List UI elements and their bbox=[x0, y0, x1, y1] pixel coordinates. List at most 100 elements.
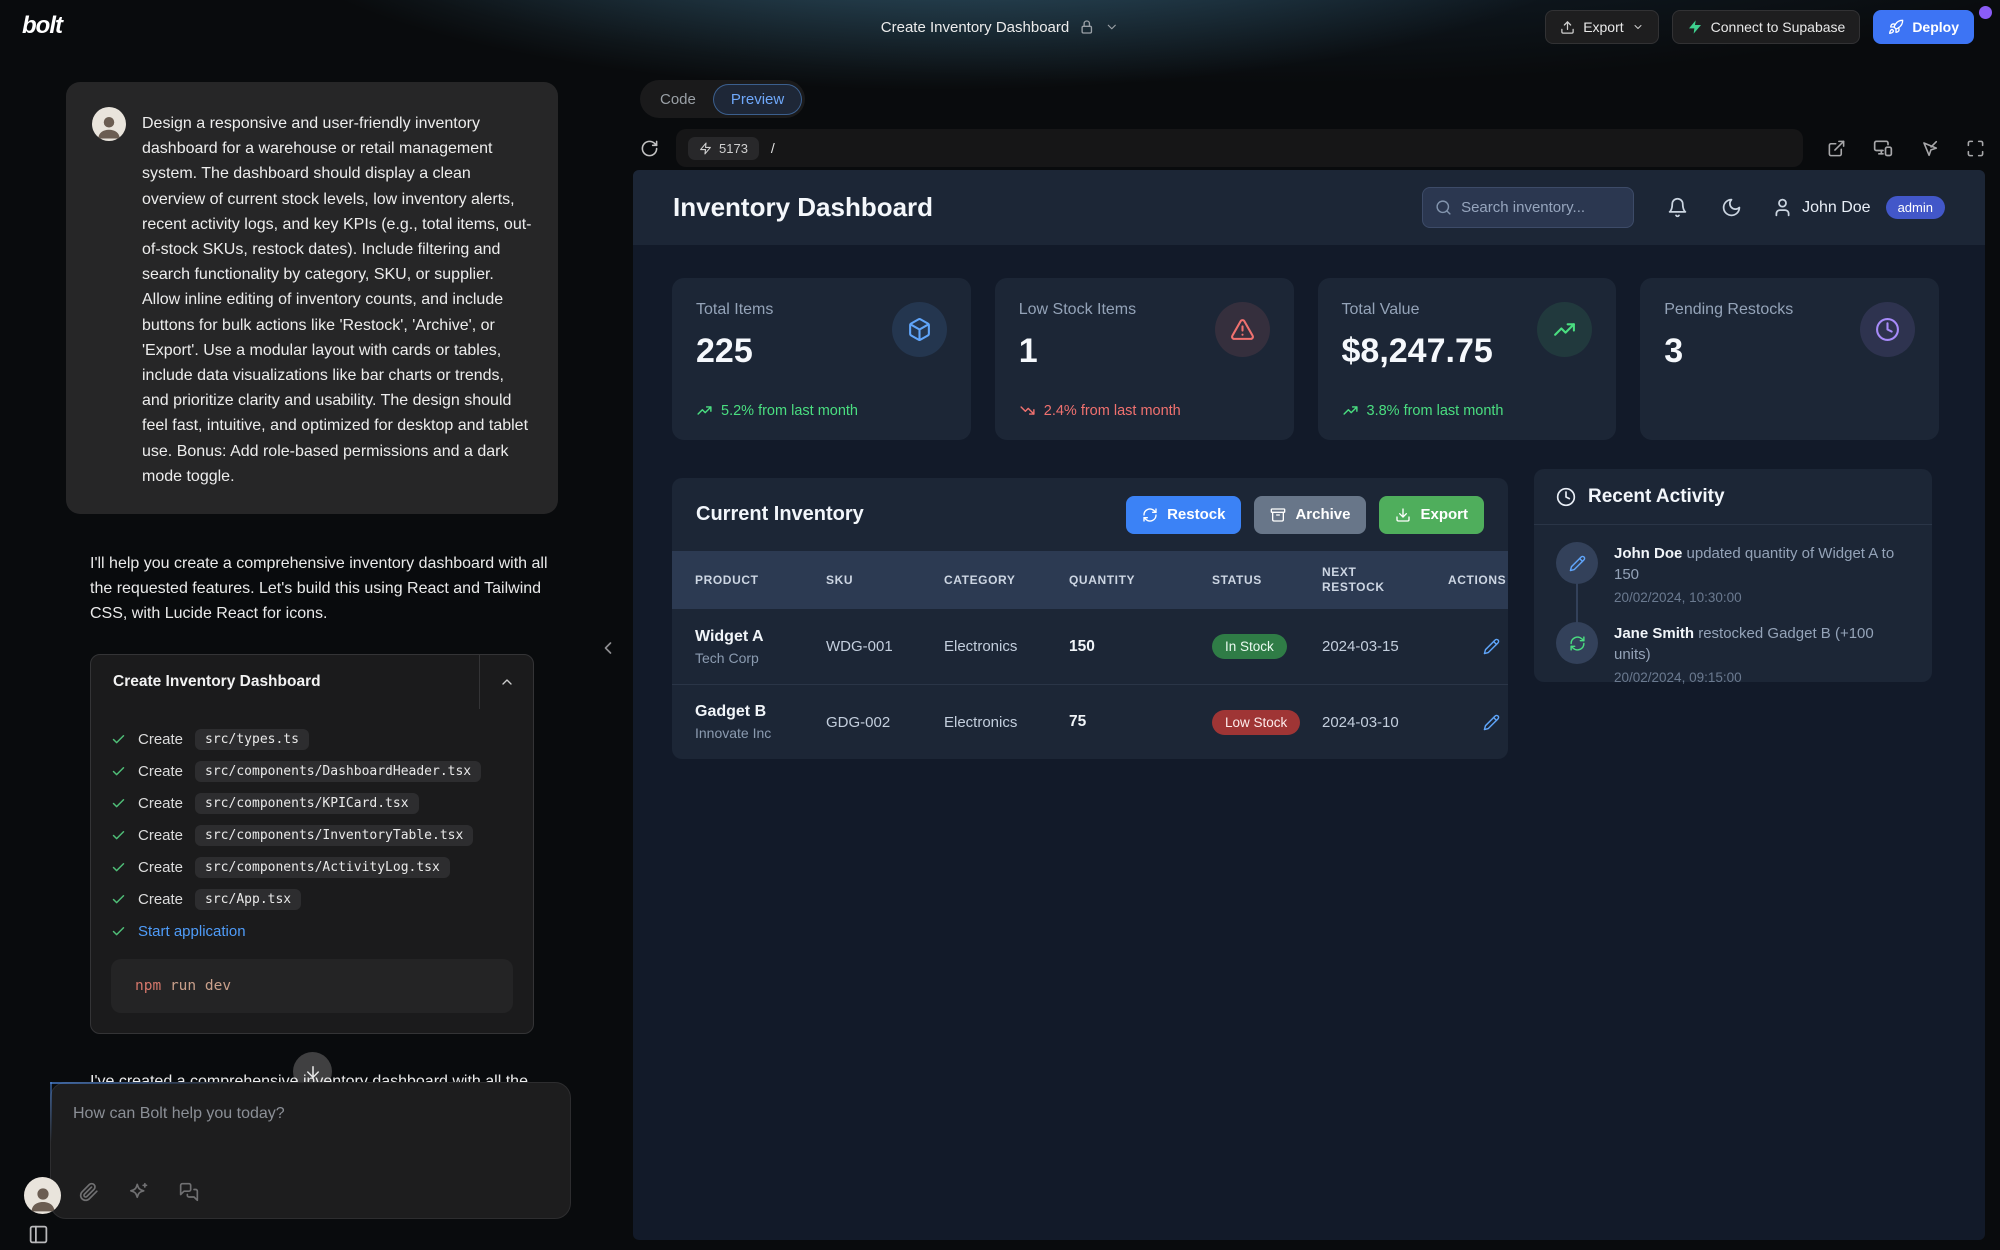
chevron-down-icon[interactable] bbox=[1105, 20, 1119, 34]
step-action: Create bbox=[138, 891, 183, 908]
chat-mode-icon[interactable] bbox=[179, 1182, 199, 1202]
connect-supabase-button[interactable]: Connect to Supabase bbox=[1672, 10, 1861, 44]
tab-code[interactable]: Code bbox=[643, 85, 713, 114]
step-file[interactable]: src/components/KPICard.tsx bbox=[195, 793, 419, 814]
collapse-chat-chevron[interactable] bbox=[598, 638, 618, 658]
artifact-header[interactable]: Create Inventory Dashboard bbox=[91, 655, 533, 709]
bell-icon[interactable] bbox=[1667, 197, 1688, 218]
terminal-command-block: npm run dev bbox=[111, 959, 513, 1013]
current-inventory-card: Current Inventory Restock Archive Export… bbox=[672, 478, 1508, 759]
check-icon bbox=[111, 860, 126, 875]
archive-button[interactable]: Archive bbox=[1254, 496, 1366, 534]
product-quantity[interactable]: 150 bbox=[1069, 638, 1212, 656]
step-action: Create bbox=[138, 795, 183, 812]
search-icon bbox=[1435, 199, 1452, 216]
check-icon bbox=[111, 828, 126, 843]
archive-icon bbox=[1270, 507, 1286, 523]
code-preview-tabs: Code Preview bbox=[640, 80, 805, 118]
chevron-down-icon bbox=[1632, 21, 1644, 33]
column-header: NEXT RESTOCK bbox=[1322, 565, 1394, 595]
step-file[interactable]: src/types.ts bbox=[195, 729, 309, 750]
status-badge: In Stock bbox=[1212, 634, 1287, 659]
url-input[interactable]: 5173 / bbox=[676, 129, 1803, 167]
step-row-start-application: Start application bbox=[111, 915, 513, 947]
export-inventory-button[interactable]: Export bbox=[1379, 496, 1484, 534]
dashboard-header: Inventory Dashboard John Doe admin bbox=[633, 170, 1985, 245]
account-avatar[interactable] bbox=[24, 1177, 61, 1214]
user-chip[interactable]: John Doe admin bbox=[1772, 196, 1945, 219]
attach-file-icon[interactable] bbox=[79, 1182, 99, 1202]
trending-down-icon bbox=[1019, 402, 1036, 419]
step-file[interactable]: src/components/InventoryTable.tsx bbox=[195, 825, 473, 846]
inventory-row[interactable]: Gadget B Innovate Inc GDG-002 Electronic… bbox=[672, 684, 1508, 759]
connect-supabase-label: Connect to Supabase bbox=[1711, 19, 1846, 35]
tab-preview[interactable]: Preview bbox=[713, 84, 802, 115]
edit-row-icon[interactable] bbox=[1483, 714, 1508, 731]
reload-icon[interactable] bbox=[640, 139, 659, 158]
fullscreen-icon[interactable] bbox=[1966, 139, 1985, 158]
rocket-icon bbox=[1888, 19, 1904, 35]
step-row: Create src/types.ts bbox=[111, 723, 513, 755]
product-name: Gadget B bbox=[695, 703, 826, 721]
check-icon bbox=[111, 796, 126, 811]
chat-input-field[interactable] bbox=[73, 1105, 513, 1123]
inventory-row[interactable]: Widget A Tech Corp WDG-001 Electronics 1… bbox=[672, 609, 1508, 684]
column-header: QUANTITY bbox=[1069, 573, 1212, 587]
column-header: SKU bbox=[826, 573, 944, 587]
collapse-artifact-button[interactable] bbox=[479, 655, 533, 709]
activity-actor: John Doe bbox=[1614, 545, 1682, 562]
inventory-dashboard-app: Inventory Dashboard John Doe admin Total… bbox=[633, 170, 1985, 1240]
chat-input-box[interactable] bbox=[50, 1082, 571, 1219]
product-sku: WDG-001 bbox=[826, 638, 944, 655]
command-binary: npm bbox=[135, 978, 161, 994]
step-file[interactable]: src/components/ActivityLog.tsx bbox=[195, 857, 450, 878]
artifact-panel: Create Inventory Dashboard Create src/ty… bbox=[90, 654, 534, 1034]
export-button[interactable]: Export bbox=[1545, 10, 1658, 44]
step-file[interactable]: src/components/DashboardHeader.tsx bbox=[195, 761, 481, 782]
deploy-button[interactable]: Deploy bbox=[1873, 10, 1974, 44]
kpi-card-low-stock: Low Stock Items 1 2.4% from last month bbox=[995, 278, 1294, 440]
open-in-new-tab-icon[interactable] bbox=[1827, 139, 1846, 158]
column-header: CATEGORY bbox=[944, 573, 1069, 587]
product-category: Electronics bbox=[944, 638, 1069, 655]
deploy-label: Deploy bbox=[1912, 19, 1959, 35]
responsive-devices-icon[interactable] bbox=[1873, 138, 1893, 158]
assistant-intro-text: I'll help you create a comprehensive inv… bbox=[90, 551, 565, 626]
supabase-bolt-icon bbox=[1687, 19, 1703, 35]
user-name: John Doe bbox=[1802, 199, 1871, 217]
inventory-title: Current Inventory bbox=[696, 503, 864, 526]
dark-mode-toggle-icon[interactable] bbox=[1721, 197, 1742, 218]
topbar: bolt Create Inventory Dashboard Export C… bbox=[0, 0, 2000, 54]
step-file[interactable]: src/App.tsx bbox=[195, 889, 301, 910]
kpi-card-total-items: Total Items 225 5.2% from last month bbox=[672, 278, 971, 440]
port-number: 5173 bbox=[719, 141, 748, 156]
project-title-group[interactable]: Create Inventory Dashboard bbox=[881, 19, 1119, 36]
step-row: Create src/components/ActivityLog.tsx bbox=[111, 851, 513, 883]
export-label: Export bbox=[1583, 19, 1623, 35]
restock-button[interactable]: Restock bbox=[1126, 496, 1241, 534]
kpi-delta: 5.2% from last month bbox=[696, 402, 858, 419]
command-args: run dev bbox=[170, 978, 231, 994]
role-badge: admin bbox=[1886, 196, 1945, 219]
zap-icon bbox=[699, 142, 712, 155]
inventory-search-box[interactable] bbox=[1422, 187, 1634, 228]
trending-up-icon bbox=[696, 402, 713, 419]
step-row: Create src/components/KPICard.tsx bbox=[111, 787, 513, 819]
bolt-logo[interactable]: bolt bbox=[22, 12, 62, 40]
port-pill[interactable]: 5173 bbox=[688, 137, 759, 160]
activity-time: 20/02/2024, 10:30:00 bbox=[1614, 590, 1910, 605]
lock-icon bbox=[1079, 19, 1095, 35]
trending-up-icon bbox=[1537, 302, 1592, 357]
enhance-prompt-icon[interactable] bbox=[129, 1182, 149, 1202]
step-row: Create src/components/InventoryTable.tsx bbox=[111, 819, 513, 851]
product-quantity[interactable]: 75 bbox=[1069, 713, 1212, 731]
toggle-sidebar-icon[interactable] bbox=[28, 1224, 49, 1245]
inspector-cursor-icon[interactable] bbox=[1920, 139, 1939, 158]
activity-title: Recent Activity bbox=[1588, 486, 1725, 508]
column-header: PRODUCT bbox=[695, 573, 826, 587]
start-application-link[interactable]: Start application bbox=[138, 923, 246, 940]
download-icon bbox=[1395, 507, 1411, 523]
user-message-text: Design a responsive and user-friendly in… bbox=[142, 107, 532, 489]
edit-row-icon[interactable] bbox=[1483, 638, 1508, 655]
inventory-search-input[interactable] bbox=[1461, 199, 1621, 216]
